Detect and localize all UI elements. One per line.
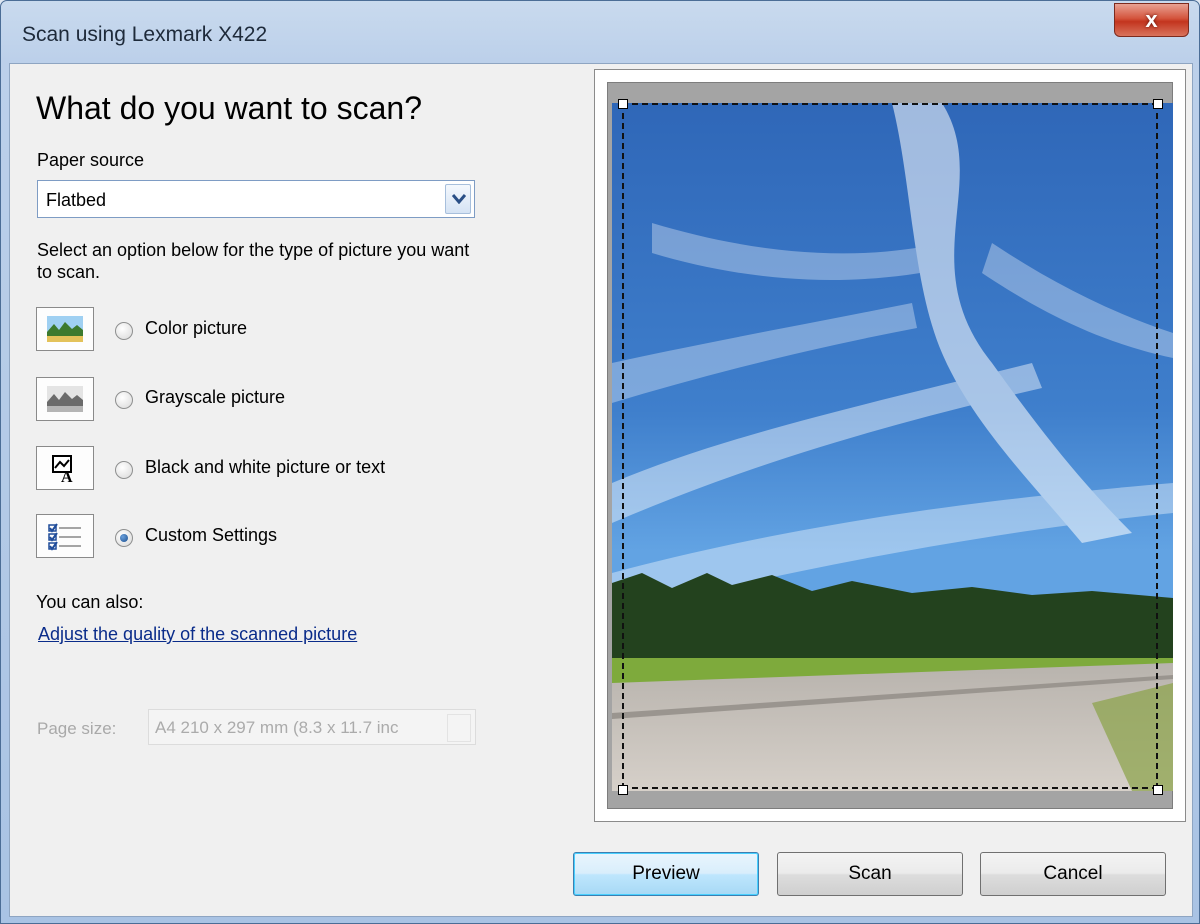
bw-picture-text-radio[interactable] [115, 461, 133, 479]
scan-preview-pane [594, 69, 1186, 822]
close-icon: x [1145, 7, 1158, 32]
crop-handle-bottom-right[interactable] [1153, 785, 1163, 795]
custom-settings-icon[interactable] [36, 514, 94, 558]
color-picture-icon[interactable] [36, 307, 94, 351]
paper-source-label: Paper source [37, 150, 145, 170]
adjust-quality-link[interactable]: Adjust the quality of the scanned pictur… [38, 624, 357, 645]
page-size-dropdown: A4 210 x 297 mm (8.3 x 11.7 inc [148, 709, 476, 745]
crop-handle-top-right[interactable] [1153, 99, 1163, 109]
color-picture-radio[interactable] [115, 322, 133, 340]
crop-handle-bottom-left[interactable] [618, 785, 628, 795]
paper-source-value: Flatbed [46, 190, 107, 210]
grayscale-picture-radio[interactable] [115, 391, 133, 409]
chevron-down-icon [447, 714, 471, 742]
scan-bed [607, 82, 1173, 809]
dialog-body: What do you want to scan? Paper source F… [9, 63, 1193, 917]
title-bar[interactable]: Scan using Lexmark X422 x [1, 1, 1199, 63]
bw-picture-text-label[interactable]: Black and white picture or text [145, 457, 385, 478]
also-label: You can also: [36, 592, 144, 612]
crop-selection[interactable] [622, 103, 1158, 789]
scan-button[interactable]: Scan [777, 852, 963, 896]
grayscale-picture-icon[interactable] [36, 377, 94, 421]
grayscale-picture-label[interactable]: Grayscale picture [145, 387, 285, 408]
preview-button[interactable]: Preview [573, 852, 759, 896]
paper-source-dropdown[interactable]: Flatbed [37, 180, 475, 218]
page-title: What do you want to scan? [36, 90, 422, 126]
page-size-label: Page size: [37, 719, 117, 738]
color-picture-label[interactable]: Color picture [145, 318, 247, 339]
window-title: Scan using Lexmark X422 [22, 23, 268, 46]
crop-handle-top-left[interactable] [618, 99, 628, 109]
bw-picture-text-icon[interactable]: A [36, 446, 94, 490]
chevron-down-icon[interactable] [445, 184, 471, 214]
scan-dialog: Scan using Lexmark X422 x What do you wa… [0, 0, 1200, 924]
custom-settings-label[interactable]: Custom Settings [145, 525, 277, 546]
page-size-value: A4 210 x 297 mm (8.3 x 11.7 inc [155, 718, 399, 737]
scan-type-description: Select an option below for the type of p… [37, 240, 470, 282]
cancel-button[interactable]: Cancel [980, 852, 1166, 896]
close-button[interactable]: x [1114, 3, 1189, 37]
svg-text:A: A [61, 469, 73, 483]
custom-settings-radio[interactable] [115, 529, 133, 547]
